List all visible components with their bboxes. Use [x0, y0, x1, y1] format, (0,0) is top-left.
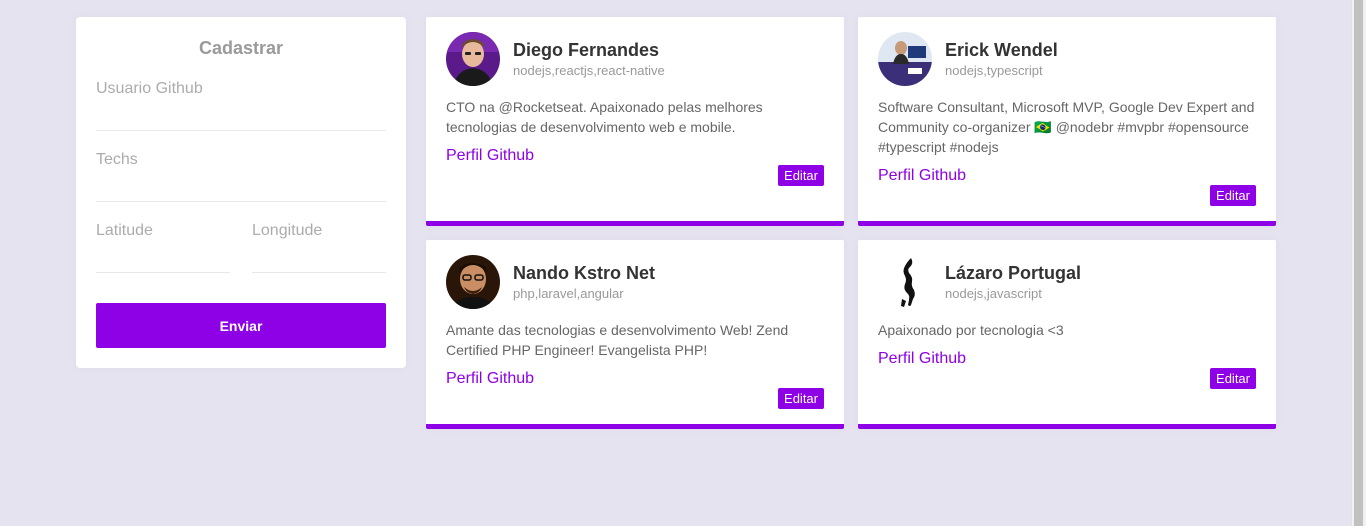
dev-name: Lázaro Portugal	[945, 263, 1082, 283]
page-scrollbar[interactable]	[1351, 0, 1366, 526]
avatar-photo-icon	[446, 32, 500, 86]
page-scrollbar-thumb[interactable]	[1354, 0, 1363, 526]
longitude-underline	[252, 272, 386, 273]
register-form-panel: Cadastrar Usuario Github Techs Latitude …	[76, 17, 406, 368]
longitude-label: Longitude	[252, 222, 323, 239]
latitude-label: Latitude	[96, 222, 153, 239]
dev-bio: Software Consultant, Microsoft MVP, Goog…	[878, 99, 1255, 155]
dev-techs: php,laravel,angular	[513, 286, 624, 301]
github-profile-link[interactable]: Perfil Github	[446, 146, 824, 166]
dev-card-header: Erick Wendel nodejs,typescript	[878, 32, 1256, 86]
dev-name: Nando Kstro Net	[513, 263, 656, 283]
techs-label: Techs	[96, 151, 138, 168]
avatar-photo-icon	[878, 255, 932, 309]
dev-techs: nodejs,typescript	[945, 63, 1043, 78]
dev-card: Nando Kstro Net php,laravel,angular Aman…	[426, 240, 844, 429]
dev-card: Diego Fernandes nodejs,reactjs,react-nat…	[426, 17, 844, 226]
github-profile-link[interactable]: Perfil Github	[446, 369, 824, 389]
dev-name: Erick Wendel	[945, 40, 1058, 60]
latitude-underline	[96, 272, 230, 273]
github-profile-link[interactable]: Perfil Github	[878, 349, 1256, 369]
dev-bio: Amante das tecnologias e desenvolvimento…	[446, 322, 789, 358]
github-user-underline	[96, 130, 386, 131]
latitude-field[interactable]: Latitude	[96, 221, 230, 273]
dev-techs: nodejs,javascript	[945, 286, 1042, 301]
dev-bio: Apaixonado por tecnologia <3	[878, 322, 1064, 338]
techs-field[interactable]: Techs	[96, 150, 386, 202]
github-user-label: Usuario Github	[96, 80, 203, 97]
dev-card: Erick Wendel nodejs,typescript Software …	[858, 17, 1276, 226]
form-title: Cadastrar	[198, 38, 284, 58]
dev-bio: CTO na @Rocketseat. Apaixonado pelas mel…	[446, 99, 763, 135]
edit-button[interactable]: Editar	[778, 165, 824, 186]
avatar-photo-icon	[446, 255, 500, 309]
dev-card-header: Nando Kstro Net php,laravel,angular	[446, 255, 824, 309]
edit-button[interactable]: Editar	[1210, 368, 1256, 389]
dev-techs: nodejs,reactjs,react-native	[513, 63, 665, 78]
techs-underline	[96, 201, 386, 202]
dev-card-header: Diego Fernandes nodejs,reactjs,react-nat…	[446, 32, 824, 86]
dev-name: Diego Fernandes	[513, 40, 660, 60]
longitude-field[interactable]: Longitude	[252, 221, 386, 273]
avatar-photo-icon	[878, 32, 932, 86]
github-profile-link[interactable]: Perfil Github	[878, 166, 1256, 186]
dev-card: Lázaro Portugal nodejs,javascript Apaixo…	[858, 240, 1276, 429]
submit-button[interactable]: Enviar	[96, 303, 386, 348]
edit-button[interactable]: Editar	[1210, 185, 1256, 206]
dev-card-header: Lázaro Portugal nodejs,javascript	[878, 255, 1256, 309]
github-user-field[interactable]: Usuario Github	[96, 79, 386, 131]
edit-button[interactable]: Editar	[778, 388, 824, 409]
